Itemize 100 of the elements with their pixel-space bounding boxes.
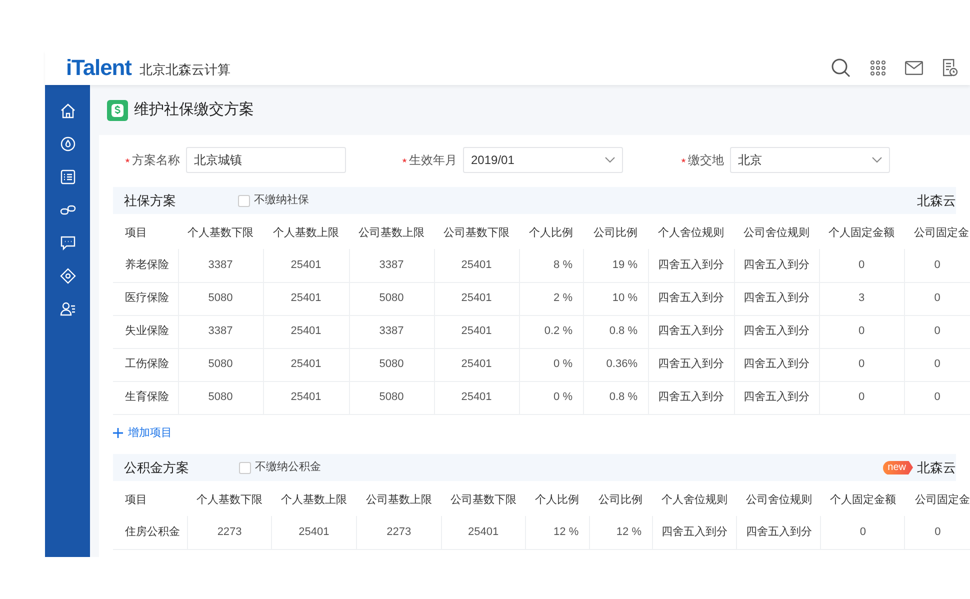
table-cell: 四舍五入到分 (734, 282, 819, 315)
table-cell: 工伤保险 (113, 348, 178, 381)
table-cell: 8 % (519, 249, 583, 282)
field-label: 生效年月 (409, 152, 457, 169)
column-header: 个人基数上限 (263, 217, 349, 249)
table-cell: 医疗保险 (113, 282, 178, 315)
field-label: 方案名称 (132, 152, 180, 169)
column-header: 个人固定金额 (819, 217, 904, 249)
table-cell: 四舍五入到分 (734, 315, 819, 348)
column-header: 公司基数下限 (434, 217, 519, 249)
table-cell: 25401 (441, 516, 526, 549)
table-cell: 25401 (263, 282, 349, 315)
checkbox[interactable]: 不缴纳社保 (238, 192, 309, 209)
document-clock-icon[interactable] (942, 58, 958, 76)
table-cell: 0 % (519, 381, 583, 414)
new-badge: new (882, 460, 913, 474)
table-cell: 25401 (434, 381, 519, 414)
table-cell: 25401 (263, 315, 349, 348)
add-item-button[interactable]: 增加项目 (113, 424, 172, 441)
table-cell: 养老保险 (113, 249, 178, 282)
money-icon (107, 100, 128, 120)
company-label: 北森云 (917, 192, 956, 210)
table-cell: 0 (904, 516, 970, 549)
table-cell: 2273 (356, 516, 442, 549)
table-cell: 12 % (589, 516, 652, 549)
table-cell: 25401 (434, 249, 519, 282)
table-cell: 25401 (434, 348, 519, 381)
table-cell: 25401 (263, 381, 349, 414)
table-cell: 25401 (272, 516, 356, 549)
column-header: 个人舍位规则 (652, 484, 737, 516)
table-cell: 四舍五入到分 (648, 381, 734, 414)
table-cell: 生育保险 (113, 381, 178, 414)
table-cell: 0 (904, 315, 970, 348)
table-cell: 5080 (178, 282, 263, 315)
table-cell: 0.2 % (519, 315, 583, 348)
column-header: 个人比例 (525, 484, 590, 516)
diamond-icon[interactable] (60, 268, 76, 284)
table-cell: 四舍五入到分 (648, 282, 734, 315)
column-header: 个人基数下限 (188, 484, 272, 516)
table-cell: 25401 (434, 315, 519, 348)
table-cell: 0 (819, 381, 904, 414)
select-field[interactable]: 北京 (730, 147, 890, 173)
gauge-icon[interactable] (60, 136, 76, 152)
column-header: 个人舍位规则 (648, 217, 734, 249)
table-cell: 12 % (525, 516, 590, 549)
company-label: 北森云 (917, 458, 956, 477)
table-cell: 四舍五入到分 (652, 516, 737, 549)
section-title: 社保方案 (124, 192, 177, 210)
table-cell: 0 (819, 315, 904, 348)
checkbox[interactable]: 不缴纳公积金 (239, 459, 321, 476)
chevron-down-icon (872, 157, 882, 163)
column-header: 公司基数上限 (349, 217, 434, 249)
table-cell: 住房公积金 (113, 516, 188, 549)
search-icon[interactable] (831, 58, 851, 78)
table-cell: 3387 (178, 315, 263, 348)
table-cell: 四舍五入到分 (734, 381, 819, 414)
table-cell: 0.8 % (583, 315, 648, 348)
table-cell: 失业保险 (113, 315, 178, 348)
select-field[interactable]: 2019/01 (463, 147, 623, 173)
table-cell: 5080 (178, 348, 263, 381)
table-cell: 四舍五入到分 (648, 315, 734, 348)
table-cell: 四舍五入到分 (734, 249, 819, 282)
table-cell: 2 % (519, 282, 583, 315)
table-cell: 四舍五入到分 (648, 348, 734, 381)
table-cell: 25401 (263, 249, 349, 282)
column-header: 公司固定金 (904, 217, 970, 249)
table-cell: 2273 (188, 516, 272, 549)
field-label: 缴交地 (688, 152, 724, 169)
table-cell: 0.8 % (583, 381, 648, 414)
table-cell: 10 % (583, 282, 648, 315)
table-cell: 5080 (349, 348, 434, 381)
list-icon[interactable] (60, 169, 76, 185)
table-cell: 0 (904, 249, 970, 282)
table-cell: 四舍五入到分 (734, 348, 819, 381)
chat-icon[interactable] (60, 235, 76, 251)
table-cell: 25401 (263, 348, 349, 381)
table-cell: 25401 (434, 282, 519, 315)
section-title: 公积金方案 (124, 458, 190, 477)
column-header: 项目 (113, 484, 188, 516)
column-header: 公司比例 (583, 217, 648, 249)
table-cell: 0 % (519, 348, 583, 381)
table-cell: 3387 (349, 249, 434, 282)
column-header: 个人基数上限 (272, 484, 356, 516)
apps-grid-icon[interactable] (870, 60, 886, 76)
column-header: 公司舍位规则 (736, 484, 821, 516)
column-header: 个人固定金额 (820, 484, 905, 516)
user-list-icon[interactable] (60, 301, 76, 317)
column-header: 公司比例 (589, 484, 652, 516)
table-cell: 19 % (583, 249, 648, 282)
page-title: 维护社保缴交方案 (134, 100, 254, 120)
mail-icon[interactable] (905, 60, 923, 74)
column-header: 项目 (113, 217, 178, 249)
column-header: 公司基数上限 (356, 484, 442, 516)
table-cell: 0 (819, 348, 904, 381)
plus-icon (113, 428, 123, 438)
column-header: 个人基数下限 (178, 217, 263, 249)
chevron-down-icon (605, 157, 615, 163)
input-field[interactable]: 北京城镇 (186, 147, 346, 173)
table-cell: 3 (819, 282, 904, 315)
home-icon[interactable] (60, 103, 76, 119)
